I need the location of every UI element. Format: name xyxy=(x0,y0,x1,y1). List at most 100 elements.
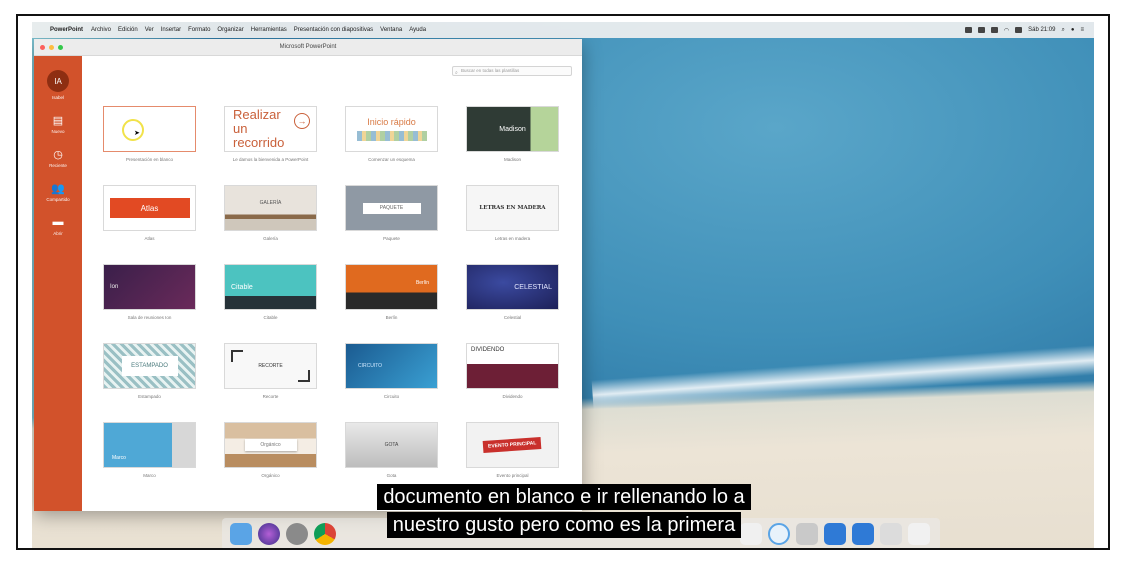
template-thumb-text: DIVIDENDO xyxy=(471,347,505,353)
template-madison[interactable]: Madison Madison xyxy=(465,106,560,169)
template-thumb-text: Orgánico xyxy=(244,439,297,451)
sidebar-user[interactable]: IA Isabel xyxy=(34,70,82,100)
template-thumb[interactable]: EVENTO PRINCIPAL xyxy=(466,422,559,468)
sidebar-item-abrir[interactable]: ▬ Abrir xyxy=(34,216,82,236)
template-gota[interactable]: GOTA Gota xyxy=(344,422,439,485)
template-dividendo[interactable]: DIVIDENDO Dividendo xyxy=(465,343,560,406)
search-icon: ⌕ xyxy=(455,70,458,76)
template-thumb[interactable]: PAQUETE xyxy=(345,185,438,231)
template-gallery: ⌕ Buscar en todas las plantillas ➤ Prese… xyxy=(82,56,582,511)
sidebar-item-nuevo[interactable]: ▤ Nuevo xyxy=(34,114,82,135)
menu-insertar[interactable]: Insertar xyxy=(161,27,181,33)
battery-icon[interactable] xyxy=(1015,27,1023,33)
clock-text[interactable]: Sáb 21:09 xyxy=(1028,27,1055,33)
launchpad-icon[interactable] xyxy=(286,523,308,545)
app-icon[interactable] xyxy=(824,523,846,545)
template-thumb[interactable]: CELESTIAL xyxy=(466,264,559,310)
template-atlas[interactable]: Atlas Atlas xyxy=(102,185,197,248)
template-caption: Estampado xyxy=(138,394,161,399)
template-thumb[interactable]: ESTAMPADO xyxy=(103,343,196,389)
template-caption: Citable xyxy=(263,315,278,320)
chrome-icon[interactable] xyxy=(314,523,336,545)
template-thumb[interactable]: CIRCUITO xyxy=(345,343,438,389)
sidebar-item-label: Compartido xyxy=(46,197,70,202)
template-thumb[interactable]: Inicio rápido xyxy=(345,106,438,152)
status-icon[interactable] xyxy=(964,27,972,33)
close-window-button[interactable] xyxy=(40,44,45,50)
spotlight-icon[interactable]: ⌕ xyxy=(1061,27,1064,34)
template-celestial[interactable]: CELESTIAL Celestial xyxy=(465,264,560,327)
sidebar-item-reciente[interactable]: ◷ Reciente xyxy=(34,148,82,169)
menu-herramientas[interactable]: Herramientas xyxy=(251,27,287,33)
menubar-status: ◠ Sáb 21:09 ⌕ ● ≡ xyxy=(964,27,1084,34)
template-galeria[interactable]: GALERÍA Galería xyxy=(223,185,318,248)
template-circuito[interactable]: CIRCUITO Circuito xyxy=(344,343,439,406)
siri-app-icon[interactable] xyxy=(258,523,280,545)
mail-icon[interactable] xyxy=(990,27,998,33)
menu-app-name[interactable]: PowerPoint xyxy=(50,27,83,33)
template-thumb[interactable]: ➤ xyxy=(103,106,196,152)
template-organico[interactable]: Orgánico Orgánico xyxy=(223,422,318,485)
template-thumb[interactable]: Madison xyxy=(466,106,559,152)
template-thumb-text: Inicio rápido xyxy=(367,117,416,127)
template-blank[interactable]: ➤ Presentación en blanco xyxy=(102,106,197,169)
zoom-window-button[interactable] xyxy=(58,44,63,50)
template-thumb[interactable]: Berlín xyxy=(345,264,438,310)
template-thumb[interactable]: GOTA xyxy=(345,422,438,468)
template-berlin[interactable]: Berlín Berlín xyxy=(344,264,439,327)
template-citable[interactable]: Citable Citable xyxy=(223,264,318,327)
preview-icon[interactable] xyxy=(908,523,930,545)
trash-icon[interactable] xyxy=(796,523,818,545)
template-thumb[interactable]: RECORTE xyxy=(224,343,317,389)
sidebar-item-compartido[interactable]: 👥 Compartido xyxy=(34,182,82,203)
menu-edicion[interactable]: Edición xyxy=(118,27,138,33)
menu-ventana[interactable]: Ventana xyxy=(380,27,402,33)
people-icon: 👥 xyxy=(51,182,65,195)
template-letras-madera[interactable]: LETRAS EN MADERA Letras en madera xyxy=(465,185,560,248)
quicktime-icon[interactable] xyxy=(768,523,790,545)
mouse-pointer-icon: ➤ xyxy=(134,130,140,137)
minimize-window-button[interactable] xyxy=(49,44,54,50)
menu-archivo[interactable]: Archivo xyxy=(91,27,111,33)
template-paquete[interactable]: PAQUETE Paquete xyxy=(344,185,439,248)
template-thumb-text: LETRAS EN MADERA xyxy=(479,205,546,211)
template-thumb[interactable]: Citable xyxy=(224,264,317,310)
template-thumb-text: Realizar un recorrido xyxy=(233,107,285,150)
notifications-icon[interactable]: ≡ xyxy=(1080,27,1084,33)
window-titlebar[interactable]: Microsoft PowerPoint xyxy=(34,39,582,56)
template-thumb[interactable]: GALERÍA xyxy=(224,185,317,231)
menu-ayuda[interactable]: Ayuda xyxy=(409,27,426,33)
siri-icon[interactable]: ● xyxy=(1071,27,1075,33)
template-quick-start[interactable]: Inicio rápido Comenzar un esquema xyxy=(344,106,439,169)
template-ion[interactable]: Ion Sala de reuniones Ion xyxy=(102,264,197,327)
menu-ver[interactable]: Ver xyxy=(145,27,154,33)
template-marco[interactable]: Marco Marco xyxy=(102,422,197,485)
template-recorte[interactable]: RECORTE Recorte xyxy=(223,343,318,406)
wifi-icon[interactable]: ◠ xyxy=(1004,27,1009,34)
finder-icon[interactable] xyxy=(230,523,252,545)
template-thumb-text: PAQUETE xyxy=(362,202,421,214)
screenshot-frame: PowerPoint Archivo Edición Ver Insertar … xyxy=(16,14,1110,550)
shield-icon[interactable] xyxy=(977,27,985,33)
template-evento-principal[interactable]: EVENTO PRINCIPAL Evento principal xyxy=(465,422,560,485)
menu-presentacion[interactable]: Presentación con diapositivas xyxy=(294,27,373,33)
template-thumb[interactable]: LETRAS EN MADERA xyxy=(466,185,559,231)
template-thumb[interactable]: DIVIDENDO xyxy=(466,343,559,389)
cursor-highlight xyxy=(122,119,144,141)
template-thumb-text: CIRCUITO xyxy=(358,363,383,369)
template-thumb-text: Berlín xyxy=(415,280,429,286)
template-thumb[interactable]: Realizar un recorrido → xyxy=(224,106,317,152)
document-icon[interactable] xyxy=(740,523,762,545)
template-caption: Circuito xyxy=(383,394,400,399)
search-input[interactable]: ⌕ Buscar en todas las plantillas xyxy=(452,66,572,76)
template-tour[interactable]: Realizar un recorrido → Le damos la bien… xyxy=(223,106,318,169)
template-estampado[interactable]: ESTAMPADO Estampado xyxy=(102,343,197,406)
menu-organizar[interactable]: Organizar xyxy=(217,27,243,33)
app-icon[interactable] xyxy=(852,523,874,545)
drive-icon[interactable] xyxy=(880,523,902,545)
template-thumb[interactable]: Atlas xyxy=(103,185,196,231)
template-thumb[interactable]: Orgánico xyxy=(224,422,317,468)
template-thumb[interactable]: Marco xyxy=(103,422,196,468)
template-thumb[interactable]: Ion xyxy=(103,264,196,310)
menu-formato[interactable]: Formato xyxy=(188,27,210,33)
